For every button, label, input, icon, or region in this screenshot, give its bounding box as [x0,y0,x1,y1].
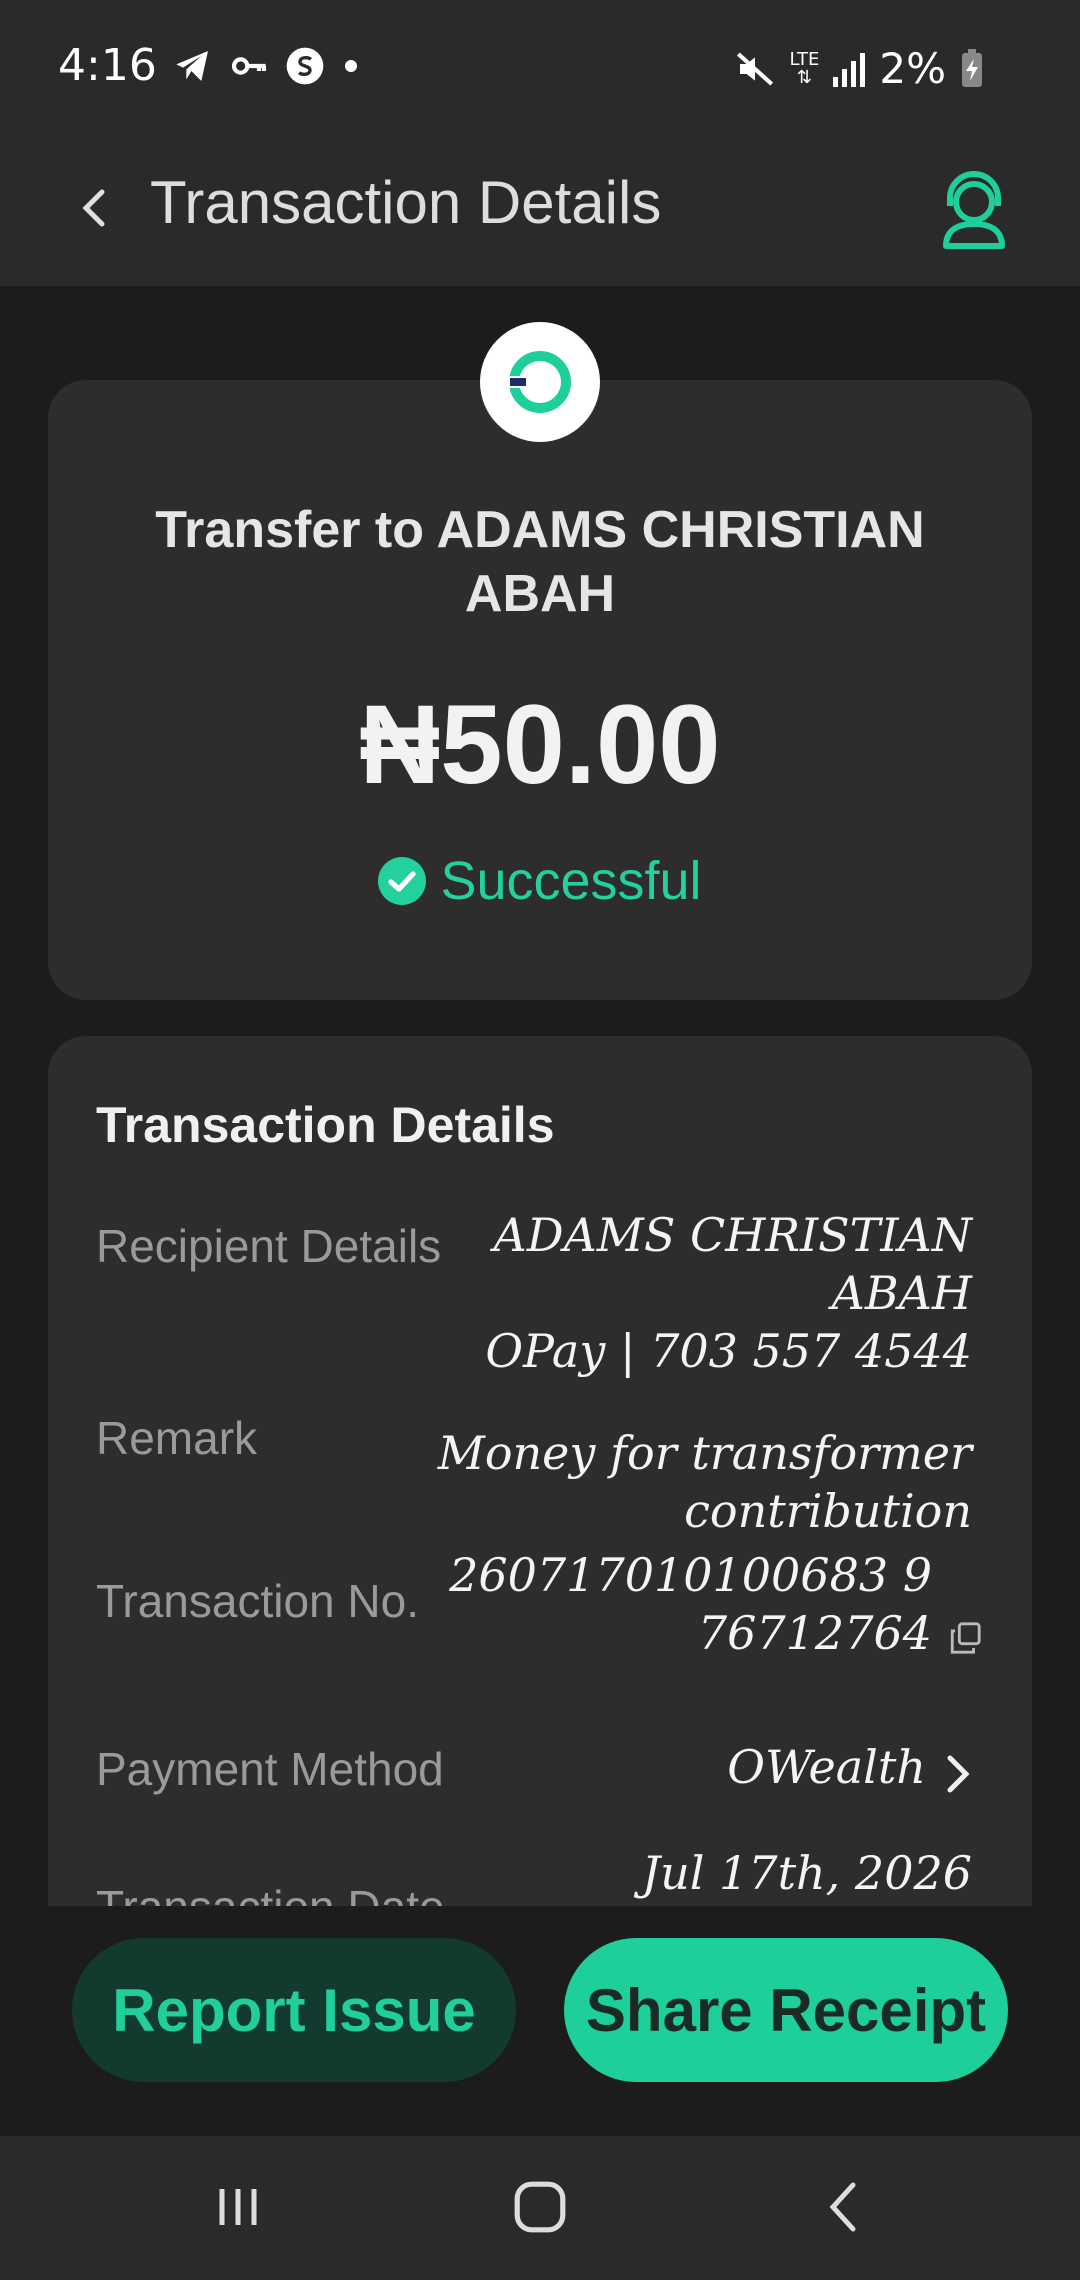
recent-apps-button[interactable] [198,2172,278,2242]
transaction-date-label: Transaction Date [96,1880,445,1906]
transaction-details-card: Transaction Details Recipient Details AD… [48,1036,1032,1906]
data-arrows-icon: ⇅ [796,66,812,88]
page-title: Transaction Details [150,169,662,236]
chevron-left-icon [82,189,105,227]
mute-icon [737,51,774,86]
payment-method-label: Payment Method [96,1743,444,1795]
back-nav-button[interactable] [803,2172,883,2242]
opay-logo-icon [508,351,571,413]
check-circle-icon [378,857,427,905]
app-header: Transaction Details [0,140,1080,286]
status-bar: 4:16 LTE ⇅ 2% [0,0,1080,140]
remark-line2: contribution [684,1484,972,1538]
remark-line1: Money for transformer [437,1426,972,1480]
status-right: LTE ⇅ 2% [735,44,984,93]
transaction-amount: ₦50.00 [359,682,721,807]
back-button[interactable] [64,178,124,238]
remark-value: Money for transformer contribution [438,1424,972,1540]
headset-agent-icon [943,171,1005,249]
transaction-summary-card: Transfer to ADAMS CHRISTIAN ABAH ₦50.00 … [48,380,1032,1000]
details-section-title: Transaction Details [96,1097,555,1153]
back-arrow-icon [829,2182,856,2232]
share-receipt-button[interactable]: Share Receipt [564,1938,1008,2082]
recipient-details-value: ADAMS CHRISTIAN ABAH OPay | 703 557 4544 [485,1206,972,1380]
report-issue-button[interactable]: Report Issue [72,1938,516,2082]
key-icon [231,56,266,75]
transfer-recipient-heading: Transfer to ADAMS CHRISTIAN ABAH [155,501,925,623]
recipient-account: OPay | 703 557 4544 [485,1324,972,1378]
transaction-number-line2: 76712764 [697,1606,932,1660]
transaction-number-label: Transaction No. [96,1575,419,1627]
network-type: LTE ⇅ [789,48,820,88]
more-notifications-dot-icon [344,59,357,72]
brand-logo [480,322,600,442]
telegram-icon [176,50,208,81]
home-icon [514,2181,566,2233]
status-label: Successful [440,851,702,911]
battery-percentage: 2% [879,44,946,93]
recipient-details-label: Recipient Details [96,1220,442,1272]
status-time: 4:16 [58,40,157,91]
remark-label: Remark [96,1412,258,1464]
recipient-name-line2: ABAH [831,1266,972,1320]
signal-strength-icon [833,51,866,87]
copy-icon[interactable] [948,1621,982,1655]
recipient-name-line1: ADAMS CHRISTIAN [493,1208,972,1262]
action-bar: Report Issue Share Receipt [0,1906,1080,2136]
customer-support-button[interactable] [924,162,1024,262]
recent-apps-icon [219,2189,257,2225]
transaction-number-line1: 260717010100683 9 [449,1548,932,1602]
system-navigation-bar [0,2136,1080,2280]
payment-method-value[interactable]: OWealth [727,1738,926,1796]
app-notification-icon [286,47,324,84]
battery-charging-icon [962,48,982,87]
transaction-number-value[interactable]: 260717010100683 9 76712764 [449,1546,932,1662]
status-left: 4:16 [58,40,361,91]
transaction-date-value: Jul 17th, 2026 [641,1846,972,1900]
transaction-status: Successful [48,850,1032,912]
home-button[interactable] [500,2172,580,2242]
chevron-right-icon[interactable] [942,1754,972,1794]
